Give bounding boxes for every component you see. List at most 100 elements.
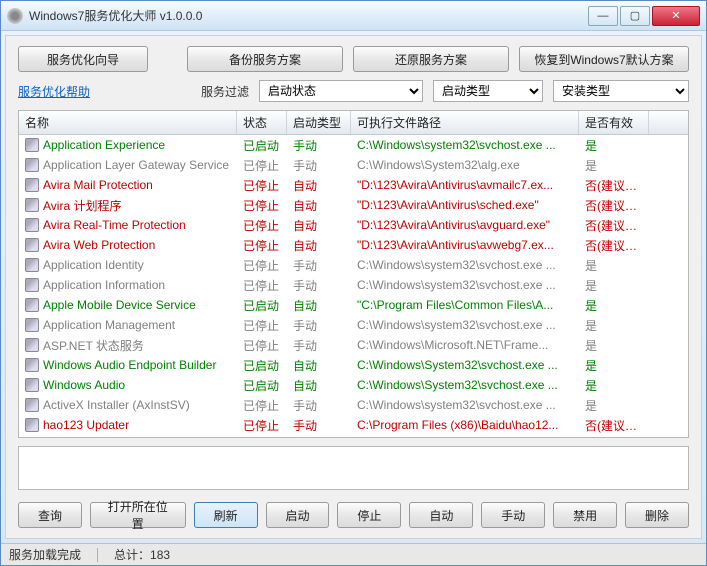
cell-state: 已停止: [237, 197, 287, 214]
cell-name: Application Information: [19, 278, 237, 292]
cell-name: ASP.NET 状态服务: [19, 337, 237, 354]
open-location-button[interactable]: 打开所在位置: [90, 502, 186, 528]
cell-starttype: 自动: [287, 377, 351, 394]
cell-state: 已启动: [237, 137, 287, 154]
cell-valid: 是: [579, 137, 649, 154]
col-starttype[interactable]: 启动类型: [287, 111, 351, 134]
service-icon: [25, 318, 39, 332]
cell-name: Application Identity: [19, 258, 237, 272]
cell-state: 已启动: [237, 357, 287, 374]
delete-button[interactable]: 删除: [625, 502, 689, 528]
cell-path: "D:\123\Avira\Antivirus\avwebg7.ex...: [351, 238, 579, 252]
cell-starttype: 手动: [287, 277, 351, 294]
cell-path: C:\Windows\system32\svchost.exe ...: [351, 318, 579, 332]
table-body[interactable]: Application Experience已启动手动C:\Windows\sy…: [19, 135, 688, 437]
cell-path: C:\Windows\system32\svchost.exe ...: [351, 258, 579, 272]
cell-valid: 是: [579, 257, 649, 274]
cell-state: 已启动: [237, 297, 287, 314]
cell-starttype: 自动: [287, 297, 351, 314]
refresh-button[interactable]: 刷新: [194, 502, 258, 528]
cell-starttype: 自动: [287, 177, 351, 194]
minimize-button[interactable]: —: [588, 6, 618, 26]
main-window: Windows7服务优化大师 v1.0.0.0 — ▢ ✕ 服务优化向导 备份服…: [0, 0, 707, 566]
cell-starttype: 自动: [287, 237, 351, 254]
table-row[interactable]: ActiveX Installer (AxInstSV)已停止手动C:\Wind…: [19, 395, 688, 415]
cell-name: Avira 计划程序: [19, 197, 237, 214]
wizard-button[interactable]: 服务优化向导: [18, 46, 148, 72]
table-row[interactable]: Avira 计划程序已停止自动"D:\123\Avira\Antivirus\s…: [19, 195, 688, 215]
close-button[interactable]: ✕: [652, 6, 700, 26]
service-icon: [25, 418, 39, 432]
cell-name: Application Layer Gateway Service: [19, 158, 237, 172]
cell-valid: 是: [579, 397, 649, 414]
table-row[interactable]: ASP.NET 状态服务已停止手动C:\Windows\Microsoft.NE…: [19, 335, 688, 355]
cell-state: 已启动: [237, 377, 287, 394]
stop-button[interactable]: 停止: [337, 502, 401, 528]
col-state[interactable]: 状态: [237, 111, 287, 134]
filter-state-select[interactable]: 启动状态: [259, 80, 423, 102]
cell-state: 已停止: [237, 157, 287, 174]
status-bar: 服务加载完成 总计：183: [1, 543, 706, 565]
status-loaded: 服务加载完成: [9, 546, 81, 563]
disable-button[interactable]: 禁用: [553, 502, 617, 528]
table-row[interactable]: hao123 Updater已停止手动C:\Program Files (x86…: [19, 415, 688, 435]
table-row[interactable]: Application Layer Gateway Service已停止手动C:…: [19, 155, 688, 175]
table-row[interactable]: Application Information已停止手动C:\Windows\s…: [19, 275, 688, 295]
start-button[interactable]: 启动: [266, 502, 330, 528]
cell-valid: 是: [579, 157, 649, 174]
maximize-button[interactable]: ▢: [620, 6, 650, 26]
cell-valid: 是: [579, 317, 649, 334]
cell-starttype: 手动: [287, 417, 351, 434]
cell-name: hao123 Updater: [19, 418, 237, 432]
cell-name: Application Management: [19, 318, 237, 332]
col-name[interactable]: 名称: [19, 111, 237, 134]
cell-valid: 是: [579, 377, 649, 394]
service-icon: [25, 298, 39, 312]
table-row[interactable]: Avira Mail Protection已停止自动"D:\123\Avira\…: [19, 175, 688, 195]
cell-name: Avira Mail Protection: [19, 178, 237, 192]
cell-valid: 否(建议删...: [579, 177, 649, 194]
table-row[interactable]: Application Management已停止手动C:\Windows\sy…: [19, 315, 688, 335]
bottom-button-row: 查询 打开所在位置 刷新 启动 停止 自动 手动 禁用 删除: [18, 498, 689, 532]
table-row[interactable]: Avira Web Protection已停止自动"D:\123\Avira\A…: [19, 235, 688, 255]
cell-state: 已停止: [237, 217, 287, 234]
cell-state: 已停止: [237, 237, 287, 254]
reset-default-button[interactable]: 恢复到Windows7默认方案: [519, 46, 689, 72]
table-row[interactable]: Apple Mobile Device Service已启动自动"C:\Prog…: [19, 295, 688, 315]
cell-name: Apple Mobile Device Service: [19, 298, 237, 312]
filter-starttype-select[interactable]: 启动类型: [433, 80, 543, 102]
table-row[interactable]: Application Identity已停止手动C:\Windows\syst…: [19, 255, 688, 275]
window-title: Windows7服务优化大师 v1.0.0.0: [29, 7, 588, 24]
cell-path: C:\Windows\system32\svchost.exe ...: [351, 398, 579, 412]
auto-button[interactable]: 自动: [409, 502, 473, 528]
col-path[interactable]: 可执行文件路径: [351, 111, 579, 134]
service-icon: [25, 358, 39, 372]
service-icon: [25, 158, 39, 172]
restore-button[interactable]: 还原服务方案: [353, 46, 509, 72]
cell-name: Windows Audio Endpoint Builder: [19, 358, 237, 372]
cell-starttype: 手动: [287, 257, 351, 274]
query-button[interactable]: 查询: [18, 502, 82, 528]
cell-state: 已停止: [237, 417, 287, 434]
service-icon: [25, 278, 39, 292]
cell-path: "D:\123\Avira\Antivirus\sched.exe": [351, 198, 579, 212]
table-row[interactable]: Application Experience已启动手动C:\Windows\sy…: [19, 135, 688, 155]
cell-name: Avira Web Protection: [19, 238, 237, 252]
cell-starttype: 手动: [287, 137, 351, 154]
cell-path: C:\Windows\System32\svchost.exe ...: [351, 358, 579, 372]
service-icon: [25, 198, 39, 212]
filter-installtype-select[interactable]: 安装类型: [553, 80, 689, 102]
table-row[interactable]: Avira Real-Time Protection已停止自动"D:\123\A…: [19, 215, 688, 235]
manual-button[interactable]: 手动: [481, 502, 545, 528]
cell-starttype: 手动: [287, 397, 351, 414]
titlebar[interactable]: Windows7服务优化大师 v1.0.0.0 — ▢ ✕: [1, 1, 706, 31]
table-row[interactable]: Windows Audio已启动自动C:\Windows\System32\sv…: [19, 375, 688, 395]
table-row[interactable]: Windows Audio Endpoint Builder已启动自动C:\Wi…: [19, 355, 688, 375]
cell-path: C:\Windows\system32\svchost.exe ...: [351, 138, 579, 152]
help-link[interactable]: 服务优化帮助: [18, 83, 90, 100]
status-separator: [97, 548, 98, 562]
col-valid[interactable]: 是否有效: [579, 111, 649, 134]
backup-button[interactable]: 备份服务方案: [187, 46, 343, 72]
cell-state: 已停止: [237, 337, 287, 354]
cell-name: Windows Audio: [19, 378, 237, 392]
